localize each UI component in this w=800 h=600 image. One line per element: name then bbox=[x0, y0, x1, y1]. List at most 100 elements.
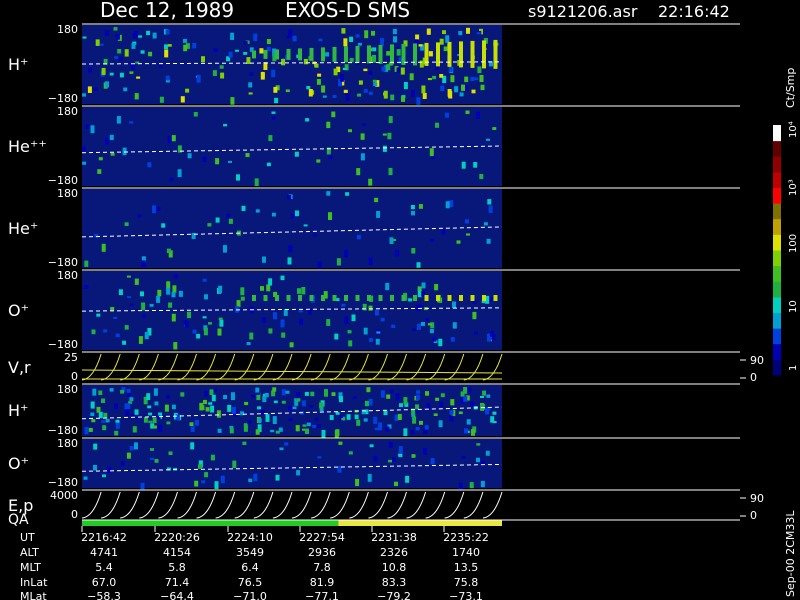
curve-segment bbox=[253, 491, 274, 519]
spectrogram-peak bbox=[390, 295, 394, 301]
spectrogram-cell bbox=[113, 316, 118, 319]
spectrogram-cell bbox=[215, 158, 220, 165]
spectrogram-cell bbox=[183, 44, 188, 52]
qa-segment bbox=[82, 520, 339, 526]
y-tick-top: 180 bbox=[57, 269, 78, 282]
spectrogram-cell bbox=[363, 68, 368, 72]
spectrogram-peak bbox=[424, 295, 429, 301]
curve-segment bbox=[349, 491, 369, 519]
y-tick-top: 180 bbox=[57, 23, 78, 36]
spectrogram-cell bbox=[341, 417, 346, 421]
spectrogram-cell bbox=[336, 258, 341, 266]
spectrogram-cell bbox=[190, 426, 195, 432]
spectrogram-cell bbox=[137, 214, 142, 218]
spectrogram-cell bbox=[217, 428, 222, 433]
curve-segment bbox=[101, 353, 121, 381]
spectrogram-cell bbox=[419, 420, 423, 425]
spectrogram-cell bbox=[337, 466, 342, 473]
spectrogram-cell bbox=[118, 289, 123, 296]
spectrogram-cell bbox=[396, 67, 401, 73]
table-cell: 76.5 bbox=[238, 576, 263, 589]
table-row-label: ALT bbox=[20, 546, 39, 559]
spectrogram-cell bbox=[461, 84, 465, 91]
spectrogram-peak bbox=[367, 45, 371, 64]
spectrogram-cell bbox=[486, 238, 491, 244]
spectrogram-cell bbox=[202, 316, 207, 319]
spectrogram-cell bbox=[265, 414, 270, 422]
spectrogram-cell bbox=[266, 162, 271, 167]
spectrogram-cell bbox=[90, 412, 95, 416]
spectrogram-cell bbox=[321, 85, 326, 93]
curve-segment bbox=[101, 491, 121, 519]
spectrogram-cell bbox=[157, 289, 162, 297]
spectrogram-peak bbox=[355, 45, 360, 63]
spectrogram-cell bbox=[312, 233, 317, 237]
spectrogram-cell bbox=[88, 67, 92, 73]
spectrogram-cell bbox=[172, 285, 177, 293]
spectrogram-cell bbox=[199, 402, 204, 411]
spectrogram-cell bbox=[383, 410, 388, 416]
spectrogram-cell bbox=[489, 330, 494, 337]
spectrogram-cell bbox=[248, 478, 253, 483]
curve-segment bbox=[425, 491, 446, 519]
table-cell: 4741 bbox=[90, 546, 118, 559]
spectrogram-cell bbox=[148, 412, 153, 416]
colorbar-swatch bbox=[773, 281, 781, 298]
colorbar-swatch bbox=[773, 265, 781, 282]
spectrogram-cell bbox=[465, 110, 470, 114]
spectrogram-cell bbox=[204, 390, 209, 397]
colorbar-swatch bbox=[773, 203, 781, 220]
spectrogram-cell bbox=[90, 125, 95, 134]
colorbar-swatch bbox=[773, 343, 781, 360]
spectrogram-cell bbox=[416, 323, 421, 330]
table-cell: 5.8 bbox=[168, 561, 186, 574]
spectrogram-cell bbox=[400, 67, 405, 75]
spectrogram-cell bbox=[439, 401, 444, 407]
right-tick-bottom: 0 bbox=[750, 371, 757, 384]
spectrogram-cell bbox=[114, 403, 119, 409]
spectrogram-cell bbox=[104, 30, 109, 36]
spectrogram-cell bbox=[382, 133, 387, 136]
baseline-curve bbox=[81, 369, 503, 374]
spectrogram-cell bbox=[120, 389, 125, 394]
table-cell: 83.3 bbox=[382, 576, 407, 589]
spectrogram-cell bbox=[148, 51, 153, 57]
spectrogram-cell bbox=[82, 93, 86, 97]
spectrogram-cell bbox=[96, 406, 101, 413]
spectrogram-cell bbox=[445, 201, 450, 209]
spectrogram-cell bbox=[227, 404, 232, 412]
spectrogram-cell bbox=[93, 87, 98, 91]
spectrogram-cell bbox=[410, 205, 415, 210]
spectrogram-cell bbox=[99, 43, 104, 46]
spectrogram-cell bbox=[395, 250, 400, 257]
spectrogram-cell bbox=[262, 317, 266, 323]
spectrogram-cell bbox=[429, 328, 434, 334]
spectrogram-cell bbox=[102, 425, 107, 431]
curve-segment bbox=[387, 353, 407, 381]
spectrogram-cell bbox=[235, 49, 239, 52]
spectrogram-cell bbox=[248, 92, 253, 95]
spectrogram-cell bbox=[171, 135, 176, 142]
spectrogram-cell bbox=[124, 222, 129, 226]
spectrogram-cell bbox=[156, 295, 161, 303]
spectrogram-cell bbox=[458, 482, 463, 490]
spectrogram-cell bbox=[403, 82, 408, 90]
spectrogram-cell bbox=[368, 91, 373, 95]
spectrogram-cell bbox=[398, 446, 403, 454]
spectrogram-cell bbox=[456, 240, 461, 244]
spectrogram-cell bbox=[210, 454, 215, 461]
curve-segment bbox=[139, 353, 159, 381]
panel-label: H⁺ bbox=[8, 401, 28, 420]
spectrogram-cell bbox=[131, 43, 136, 49]
qa-bar: QA bbox=[8, 512, 740, 528]
spectrogram-background bbox=[82, 107, 502, 186]
spectrogram-cell bbox=[226, 213, 231, 219]
curve-segment bbox=[311, 353, 331, 381]
table-row-label: InLat bbox=[20, 576, 48, 589]
spectrogram-cell bbox=[373, 455, 378, 462]
spectrogram-cell bbox=[368, 71, 373, 75]
spectrogram-cell bbox=[433, 413, 438, 416]
spectrogram-cell bbox=[472, 311, 477, 320]
curve-segment bbox=[81, 353, 102, 381]
spectrogram-cell bbox=[483, 222, 488, 226]
